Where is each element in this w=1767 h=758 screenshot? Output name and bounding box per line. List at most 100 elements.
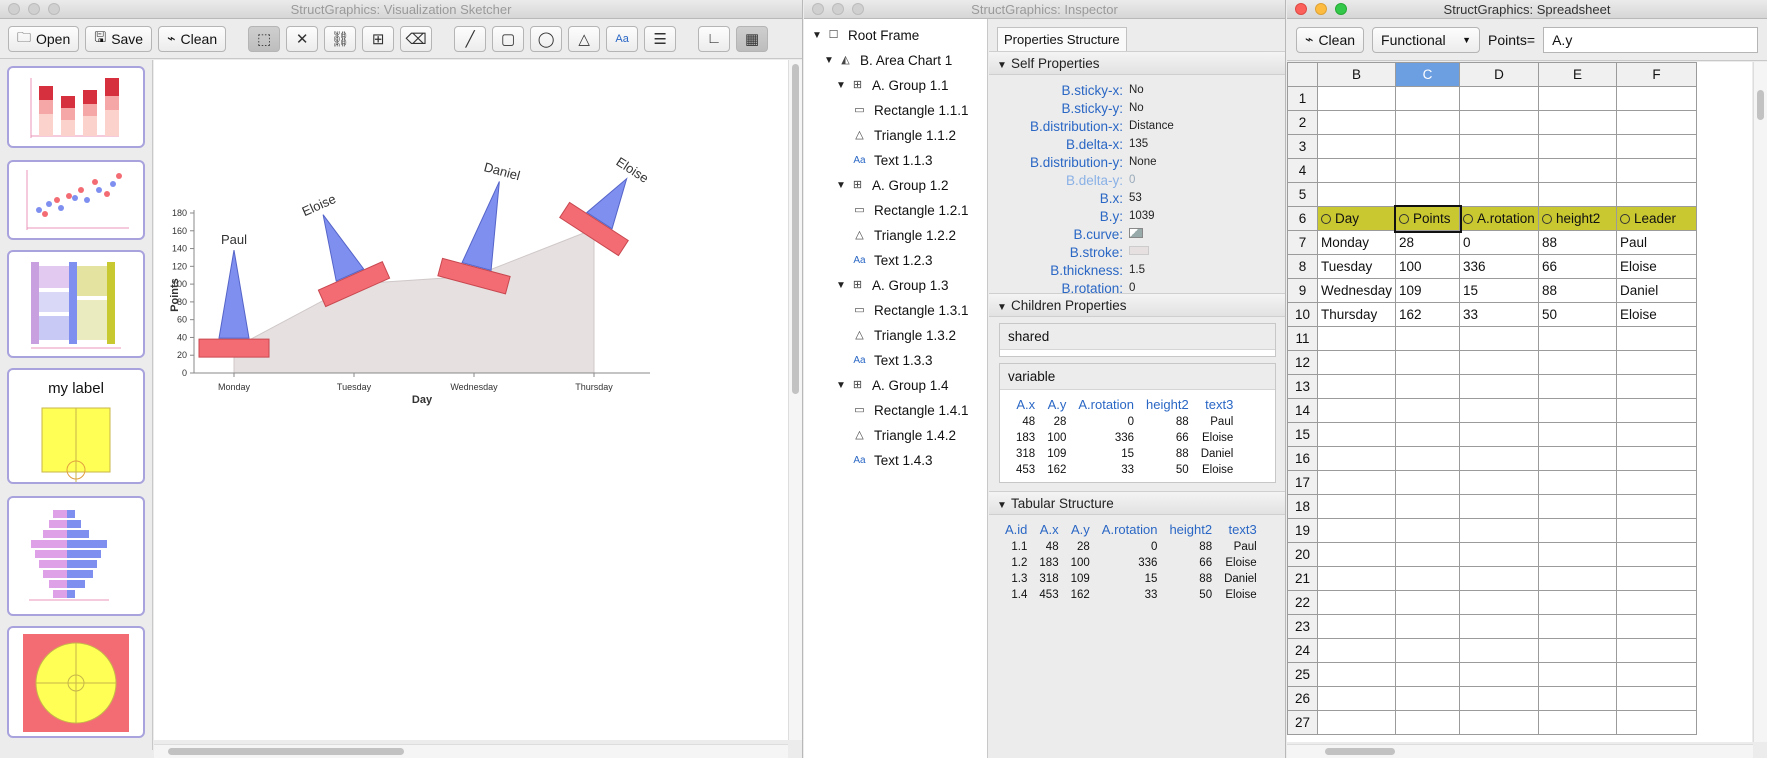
cell[interactable] bbox=[1616, 470, 1697, 495]
property-row[interactable]: B.curve: bbox=[989, 225, 1285, 243]
cell[interactable] bbox=[1616, 182, 1697, 207]
cell[interactable] bbox=[1616, 638, 1697, 663]
cell[interactable] bbox=[1616, 134, 1697, 159]
cell[interactable] bbox=[1538, 86, 1617, 111]
eraser-tool-button[interactable]: ⌫ bbox=[400, 25, 433, 52]
cell[interactable] bbox=[1317, 614, 1396, 639]
cell[interactable] bbox=[1395, 398, 1460, 423]
cell[interactable] bbox=[1459, 158, 1539, 183]
cell[interactable] bbox=[1538, 470, 1617, 495]
cell[interactable] bbox=[1395, 134, 1460, 159]
disclosure-triangle-icon[interactable]: ▼ bbox=[836, 73, 850, 98]
header-cell[interactable]: Points bbox=[1393, 204, 1462, 233]
cell[interactable] bbox=[1616, 566, 1697, 591]
cell[interactable]: 33 bbox=[1459, 302, 1539, 327]
zoom-button[interactable] bbox=[48, 3, 60, 15]
cell[interactable] bbox=[1538, 614, 1617, 639]
row-header[interactable]: 12 bbox=[1287, 350, 1318, 375]
glyph-triangle[interactable] bbox=[461, 178, 514, 271]
row-header[interactable]: 4 bbox=[1287, 158, 1318, 183]
cell[interactable] bbox=[1395, 350, 1460, 375]
property-value[interactable]: None bbox=[1129, 156, 1157, 168]
row-header[interactable]: 3 bbox=[1287, 134, 1318, 159]
cell[interactable] bbox=[1616, 86, 1697, 111]
thumbnail-label-box[interactable]: my label bbox=[7, 368, 145, 484]
cell[interactable] bbox=[1538, 398, 1617, 423]
header-cell[interactable]: A.rotation bbox=[1459, 206, 1539, 231]
cell[interactable] bbox=[1459, 110, 1539, 135]
cell[interactable]: 15 bbox=[1459, 278, 1539, 303]
open-button[interactable]: 🗀 Open bbox=[8, 25, 80, 52]
property-value[interactable] bbox=[1129, 227, 1143, 241]
formula-input[interactable]: A.y bbox=[1543, 26, 1758, 53]
tree-node-triangle-1-4-2[interactable]: △ Triangle 1.4.2 bbox=[804, 423, 987, 448]
cell[interactable] bbox=[1538, 542, 1617, 567]
cell[interactable] bbox=[1616, 662, 1697, 687]
cell[interactable] bbox=[1538, 638, 1617, 663]
cell[interactable] bbox=[1459, 638, 1539, 663]
cell[interactable] bbox=[1317, 710, 1396, 735]
minimize-button[interactable] bbox=[1315, 3, 1327, 15]
disclosure-triangle-icon[interactable]: ▼ bbox=[812, 23, 826, 48]
cell[interactable]: Thursday bbox=[1317, 302, 1396, 327]
property-value[interactable]: No bbox=[1129, 102, 1144, 114]
cell[interactable] bbox=[1317, 518, 1396, 543]
cell[interactable]: 0 bbox=[1459, 230, 1539, 255]
cell[interactable] bbox=[1395, 158, 1460, 183]
cell[interactable]: 66 bbox=[1538, 254, 1617, 279]
close-button[interactable] bbox=[8, 3, 20, 15]
row-header[interactable]: 19 bbox=[1287, 518, 1318, 543]
tree-node-a-group-1-2[interactable]: ▼ ⊞ A. Group 1.2 bbox=[804, 173, 987, 198]
property-row[interactable]: B.x: 53 bbox=[989, 189, 1285, 207]
cell[interactable] bbox=[1538, 446, 1617, 471]
property-value[interactable]: Distance bbox=[1129, 120, 1174, 132]
row-header[interactable]: 17 bbox=[1287, 470, 1318, 495]
cell[interactable] bbox=[1395, 590, 1460, 615]
cell[interactable] bbox=[1317, 182, 1396, 207]
cell[interactable] bbox=[1616, 398, 1697, 423]
cell[interactable] bbox=[1317, 638, 1396, 663]
zoom-button[interactable] bbox=[1335, 3, 1347, 15]
ellipse-tool-button[interactable]: ◯ bbox=[530, 25, 563, 52]
cell[interactable] bbox=[1538, 590, 1617, 615]
row-header[interactable]: 22 bbox=[1287, 590, 1318, 615]
sheet-horizontal-scrollbar[interactable] bbox=[1287, 744, 1753, 758]
property-value[interactable]: 135 bbox=[1129, 138, 1148, 150]
tabular-structure-header[interactable]: ▼ Tabular Structure bbox=[989, 491, 1285, 515]
select-tool-button[interactable]: ⬚ bbox=[248, 25, 281, 52]
disclosure-triangle-icon[interactable]: ▼ bbox=[824, 48, 838, 73]
link-tool-button[interactable]: ⛓ bbox=[324, 25, 357, 52]
distribute-tool-button[interactable]: ☰ bbox=[644, 25, 677, 52]
delete-tool-button[interactable]: ✕ bbox=[286, 25, 319, 52]
glyph-triangle[interactable] bbox=[309, 209, 365, 282]
property-row[interactable]: B.sticky-x: No bbox=[989, 81, 1285, 99]
tree-node-triangle-1-3-2[interactable]: △ Triangle 1.3.2 bbox=[804, 323, 987, 348]
column-header-b[interactable]: B bbox=[1317, 62, 1396, 87]
row-header[interactable]: 27 bbox=[1287, 710, 1318, 735]
cell[interactable]: 88 bbox=[1538, 278, 1617, 303]
text-tool-button[interactable]: Aa bbox=[606, 25, 639, 52]
cell[interactable] bbox=[1395, 638, 1460, 663]
thumbnail-scatter[interactable] bbox=[7, 160, 145, 240]
area-series[interactable] bbox=[233, 228, 595, 374]
cell[interactable] bbox=[1395, 422, 1460, 447]
cell[interactable] bbox=[1538, 422, 1617, 447]
cell[interactable] bbox=[1616, 374, 1697, 399]
cell[interactable] bbox=[1616, 710, 1697, 735]
sheet-vertical-scrollbar[interactable] bbox=[1753, 62, 1767, 742]
cell[interactable]: Tuesday bbox=[1317, 254, 1396, 279]
cell[interactable] bbox=[1459, 710, 1539, 735]
cell[interactable] bbox=[1395, 542, 1460, 567]
row-header[interactable]: 23 bbox=[1287, 614, 1318, 639]
cell[interactable] bbox=[1616, 614, 1697, 639]
cell[interactable] bbox=[1395, 614, 1460, 639]
row-header[interactable]: 10 bbox=[1287, 302, 1318, 327]
header-cell[interactable]: Leader bbox=[1616, 206, 1697, 231]
cell[interactable] bbox=[1538, 326, 1617, 351]
cell[interactable] bbox=[1395, 110, 1460, 135]
row-header[interactable]: 7 bbox=[1287, 230, 1318, 255]
row-header[interactable]: 20 bbox=[1287, 542, 1318, 567]
save-button[interactable]: 🖫 Save bbox=[85, 25, 153, 52]
glyph-triangle[interactable] bbox=[218, 250, 250, 339]
cell[interactable]: Daniel bbox=[1616, 278, 1697, 303]
